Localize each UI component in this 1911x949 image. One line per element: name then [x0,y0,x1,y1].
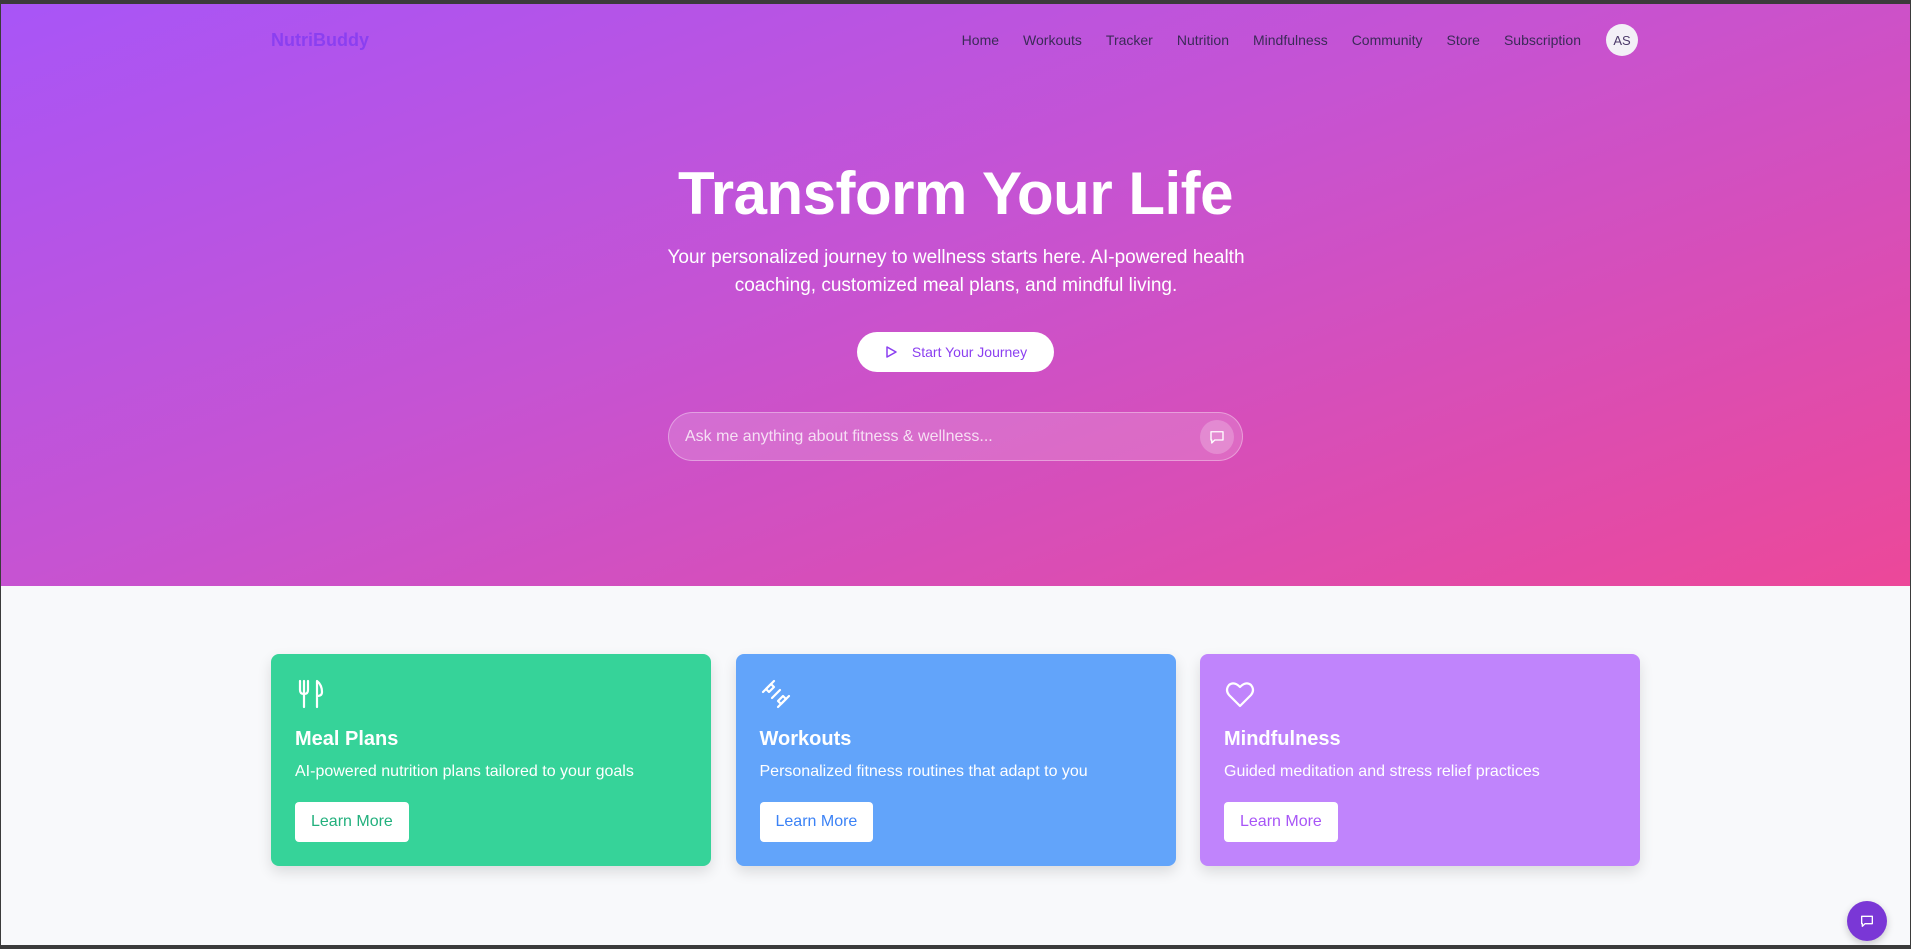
top-navbar: NutriBuddy Home Workouts Tracker Nutriti… [271,24,1638,56]
card-description: AI-powered nutrition plans tailored to y… [295,763,634,780]
nav-links: Home Workouts Tracker Nutrition Mindfuln… [938,24,1638,56]
start-journey-label: Start Your Journey [911,344,1028,360]
nav-link-workouts[interactable]: Workouts [1023,32,1082,48]
card-title: Workouts [759,728,852,750]
user-avatar[interactable]: AS [1606,24,1638,56]
chat-send-button[interactable] [1200,419,1234,454]
nav-link-tracker[interactable]: Tracker [1106,32,1153,48]
utensils-icon [298,679,324,709]
card-title: Mindfulness [1224,728,1341,750]
feature-cards: Meal Plans AI-powered nutrition plans ta… [271,654,1640,866]
nav-link-community[interactable]: Community [1352,32,1423,48]
ai-search-input[interactable] [685,427,1200,446]
nav-link-mindfulness[interactable]: Mindfulness [1253,32,1328,48]
nav-link-store[interactable]: Store [1446,32,1479,48]
card-description: Personalized fitness routines that adapt… [759,763,1088,780]
nav-link-subscription[interactable]: Subscription [1504,32,1581,48]
message-icon [1210,430,1224,444]
card-title: Meal Plans [295,728,399,750]
learn-more-button[interactable]: Learn More [759,802,874,842]
heart-icon [1225,682,1255,708]
ai-search-bar [668,412,1243,461]
play-icon [886,346,897,358]
hero-section: NutriBuddy Home Workouts Tracker Nutriti… [1,4,1910,586]
dumbbell-icon [761,679,790,709]
nav-link-nutrition[interactable]: Nutrition [1177,32,1229,48]
brand-logo[interactable]: NutriBuddy [271,30,369,51]
hero-subtitle: Your personalized journey to wellness st… [667,247,1245,296]
chat-bubble-icon [1861,915,1873,927]
nav-link-home[interactable]: Home [962,32,999,48]
learn-more-button[interactable]: Learn More [295,802,409,842]
card-description: Guided meditation and stress relief prac… [1224,763,1540,780]
start-journey-button[interactable]: Start Your Journey [857,332,1054,372]
learn-more-button[interactable]: Learn More [1224,802,1338,842]
chat-widget-button[interactable] [1847,901,1887,941]
window-bottom-border [1,945,1910,949]
card-workouts: Workouts Personalized fitness routines t… [735,654,1176,866]
card-mindfulness: Mindfulness Guided meditation and stress… [1200,654,1640,866]
card-meal-plans: Meal Plans AI-powered nutrition plans ta… [271,654,711,866]
hero-title: Transform Your Life [677,160,1234,227]
